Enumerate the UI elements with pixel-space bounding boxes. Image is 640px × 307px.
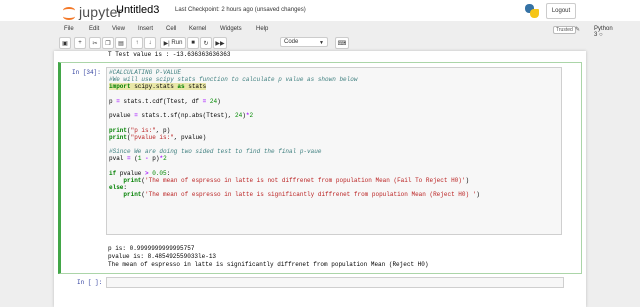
code-line: #CALCULATING P-VALUE: [109, 69, 182, 76]
empty-code-editor[interactable]: [106, 277, 564, 288]
menu-view[interactable]: View: [112, 26, 125, 32]
move-down-button[interactable]: ↓: [144, 37, 156, 49]
menu-bar: File Edit View Insert Cell Kernel Widget…: [54, 23, 613, 38]
command-palette-button[interactable]: ⌨: [335, 37, 349, 49]
menu-help[interactable]: Help: [256, 26, 268, 32]
unsaved-indicator: (unsaved changes): [254, 7, 306, 13]
output-line: The mean of espresso in latte is signifi…: [108, 260, 429, 268]
code-line: #Since We are doing two sided test to fi…: [109, 148, 322, 156]
menu-cell[interactable]: Cell: [166, 26, 176, 32]
menu-kernel[interactable]: Kernel: [189, 26, 206, 32]
checkpoint-time: Last Checkpoint: 2 hours ago: [175, 7, 254, 13]
copy-button[interactable]: ❐: [102, 37, 114, 49]
code-content[interactable]: #CALCULATING P-VALUE #We will use scipy s…: [109, 69, 480, 199]
interrupt-button[interactable]: ■: [187, 37, 199, 49]
step-forward-icon: ▶|: [163, 40, 170, 47]
cell-prompt: In [34]:: [72, 69, 101, 76]
paste-button[interactable]: ▤: [115, 37, 127, 49]
notebook-toolbar: ▣ + ✂ ❐ ▤ ↑ ↓ ▶| Run ■ ↻ ▶▶ Code ▼ ⌨: [54, 37, 586, 49]
code-line: p = stats.t.cdf(Ttest, df = 24): [109, 97, 221, 105]
menu-edit[interactable]: Edit: [89, 26, 99, 32]
code-line: else:: [109, 184, 128, 192]
output-line: p is: 0.9999999999995757: [108, 245, 195, 252]
code-line: pval = (1 - p)*2: [109, 155, 167, 163]
code-line: print("pvalue is:", pvalue): [109, 133, 207, 141]
cut-button[interactable]: ✂: [89, 37, 101, 49]
jupyter-logo-icon: [62, 5, 76, 20]
python-logo-icon: [524, 3, 540, 19]
menu-widgets[interactable]: Widgets: [220, 26, 242, 32]
stop-icon: ■: [191, 40, 195, 46]
save-icon: ▣: [62, 40, 68, 47]
run-label: Run: [171, 40, 183, 46]
cell-output: p is: 0.9999999999995757 pvalue is: 8.485…: [108, 245, 428, 268]
logout-button[interactable]: Logout: [546, 3, 576, 19]
chevron-down-icon: ▼: [319, 40, 324, 46]
cell-type-value: Code: [284, 39, 299, 45]
menu-insert[interactable]: Insert: [138, 26, 153, 32]
previous-cell-output: T Test value is : -13.636363636363: [108, 51, 231, 57]
restart-run-all-button[interactable]: ▶▶: [213, 37, 227, 49]
output-line: pvalue is: 8.485492559033le-13: [108, 252, 217, 260]
arrow-up-icon: ↑: [135, 40, 139, 46]
arrow-down-icon: ↓: [148, 40, 152, 46]
move-up-button[interactable]: ↑: [131, 37, 143, 49]
notebook-title[interactable]: Untitled3: [116, 4, 159, 16]
code-line: import scipy.stats as stats: [109, 83, 207, 91]
trusted-badge[interactable]: Trusted: [553, 26, 576, 34]
kernel-name: Python 3 ○: [594, 26, 613, 38]
jupyter-logo[interactable]: jupyter: [62, 4, 122, 20]
run-button[interactable]: ▶| Run: [160, 37, 186, 49]
notebook-header: jupyter Untitled3 Last Checkpoint: 2 hou…: [0, 0, 640, 21]
code-line: pvalue = stats.t.sf(np.abs(Ttest), 24)*2: [109, 112, 254, 120]
checkpoint-status: Last Checkpoint: 2 hours ago (unsaved ch…: [175, 7, 306, 13]
menu-file[interactable]: File: [64, 26, 74, 32]
insert-cell-button[interactable]: +: [74, 37, 86, 49]
code-line: #We will use scipy stats function to cal…: [109, 76, 358, 84]
kernel-name-label: Python 3: [594, 26, 613, 38]
code-line: print("p is:", p): [109, 126, 171, 134]
keyboard-icon: ⌨: [337, 40, 347, 47]
edit-mode-indicator-icon: ✎: [575, 27, 581, 33]
empty-cell-prompt: In [ ]:: [77, 279, 103, 286]
plus-icon: +: [78, 40, 82, 46]
restart-icon: ↻: [203, 40, 209, 47]
code-line: print('The mean of espresso in latte is …: [123, 191, 480, 199]
code-line: print('The mean of espresso in latte is …: [123, 177, 470, 185]
scissors-icon: ✂: [92, 40, 98, 47]
cell-type-select[interactable]: Code ▼: [280, 37, 328, 47]
code-line: if pvalue > 0.05:: [109, 169, 171, 177]
copy-icon: ❐: [105, 40, 111, 47]
paste-icon: ▤: [118, 40, 124, 47]
fast-forward-icon: ▶▶: [215, 40, 225, 47]
restart-button[interactable]: ↻: [200, 37, 212, 49]
save-button[interactable]: ▣: [59, 37, 71, 49]
